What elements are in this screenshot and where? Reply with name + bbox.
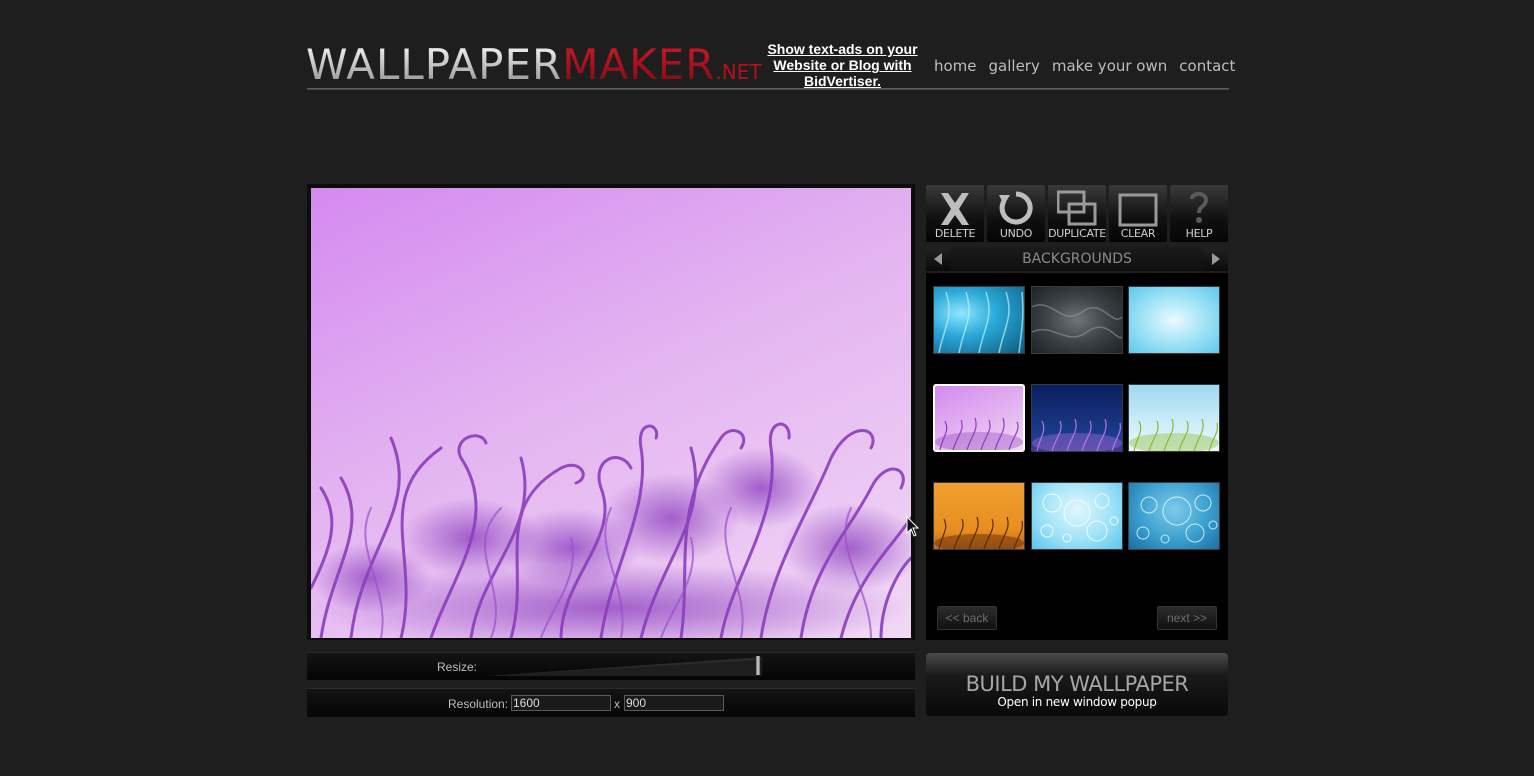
- undo-label: UNDO: [999, 227, 1033, 240]
- thumbnail-light-blue-texture[interactable]: [1128, 286, 1220, 354]
- duplicate-label: DUPLICATE: [1048, 227, 1106, 240]
- logo-tld: .NET: [715, 60, 762, 84]
- category-prev-arrow-icon[interactable]: [928, 251, 948, 267]
- nav-gallery[interactable]: gallery: [989, 57, 1040, 75]
- header-divider: [307, 88, 1229, 90]
- help-label: HELP: [1185, 227, 1213, 240]
- help-question-icon: [1190, 191, 1209, 223]
- thumbnail-blue-flames[interactable]: [933, 286, 1025, 354]
- delete-label: DELETE: [934, 227, 976, 240]
- clear-icon: [1118, 193, 1158, 227]
- editor-toolbar: DELETE UNDO DUPLICATE CLEAR HELP: [926, 185, 1228, 242]
- purple-grass-artwork: [311, 422, 911, 638]
- nav-make-your-own[interactable]: make your own: [1052, 57, 1167, 75]
- thumbnail-orange-grass[interactable]: [933, 482, 1025, 550]
- build-button-subtitle: Open in new window popup: [997, 695, 1157, 709]
- ad-link[interactable]: Show text-ads on your Website or Blog wi…: [760, 41, 925, 89]
- help-button[interactable]: HELP: [1170, 185, 1228, 242]
- logo-part-wallpaper: WALLPAPER: [306, 40, 563, 89]
- resize-bar: Resize:: [307, 652, 915, 680]
- resize-slider-handle[interactable]: [756, 656, 760, 675]
- category-next-arrow-icon[interactable]: [1206, 251, 1226, 267]
- duplicate-icon: [1057, 190, 1097, 226]
- thumbnail-gray-smoke[interactable]: [1031, 286, 1123, 354]
- backgrounds-panel: << back next >>: [926, 273, 1228, 640]
- wallpaper-canvas[interactable]: [311, 188, 911, 638]
- nav-contact[interactable]: contact: [1179, 57, 1235, 75]
- thumbnail-light-bubbles[interactable]: [1031, 482, 1123, 550]
- resolution-separator: x: [614, 697, 620, 711]
- build-wallpaper-button[interactable]: BUILD MY WALLPAPER Open in new window po…: [926, 653, 1228, 716]
- thumbnail-purple-grass[interactable]: [933, 384, 1025, 452]
- thumbnail-navy-grass[interactable]: [1031, 384, 1123, 452]
- undo-button[interactable]: UNDO: [987, 185, 1045, 242]
- logo-part-maker: MAKER: [562, 40, 716, 89]
- resize-track[interactable]: [487, 656, 762, 677]
- build-button-title: BUILD MY WALLPAPER: [965, 672, 1189, 696]
- resolution-width-input[interactable]: [511, 695, 611, 711]
- clear-label: CLEAR: [1120, 227, 1156, 240]
- resolution-label: Resolution:: [448, 697, 509, 711]
- delete-x-icon: [941, 193, 969, 225]
- nav-home[interactable]: home: [934, 57, 977, 75]
- undo-icon: [999, 191, 1033, 225]
- mouse-cursor-icon: [906, 515, 920, 543]
- delete-button[interactable]: DELETE: [926, 185, 984, 242]
- next-button[interactable]: next >>: [1157, 606, 1217, 630]
- back-button[interactable]: << back: [937, 606, 997, 630]
- resolution-bar: Resolution: x: [307, 688, 915, 717]
- duplicate-button[interactable]: DUPLICATE: [1048, 185, 1106, 242]
- resize-label: Resize:: [437, 660, 478, 674]
- clear-button[interactable]: CLEAR: [1109, 185, 1167, 242]
- resolution-height-input[interactable]: [624, 695, 724, 711]
- thumbnail-blue-bubbles[interactable]: [1128, 482, 1220, 550]
- category-selector: BACKGROUNDS: [926, 247, 1228, 271]
- main-nav: home gallery make your own contact: [934, 57, 1247, 75]
- category-title: BACKGROUNDS: [950, 247, 1204, 271]
- thumbnail-green-grass[interactable]: [1128, 384, 1220, 452]
